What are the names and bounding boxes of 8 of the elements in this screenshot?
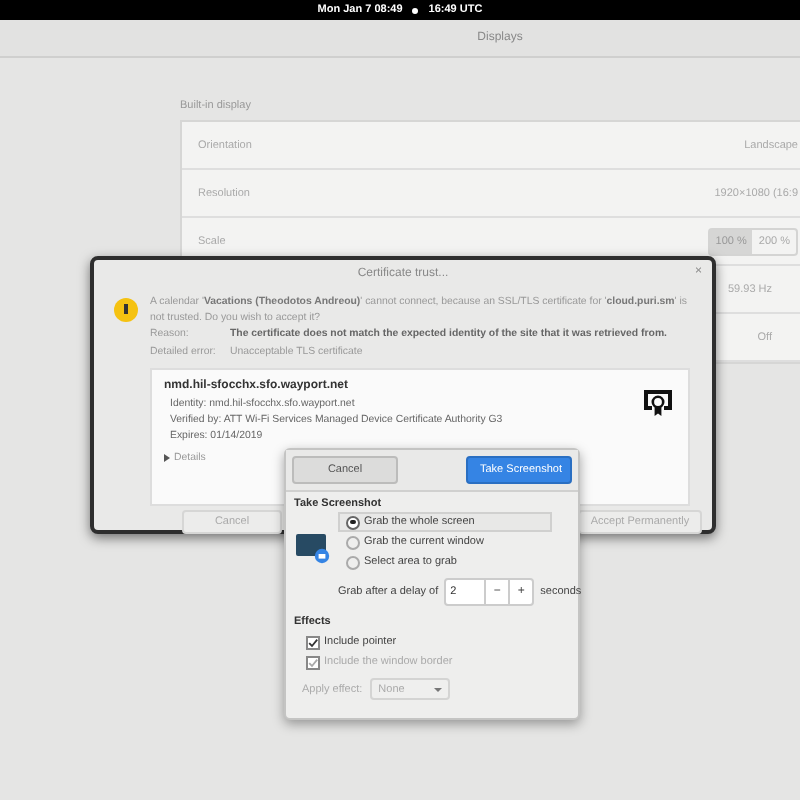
status-dot-icon	[412, 7, 419, 13]
radio-button[interactable]	[346, 555, 360, 569]
warning-icon	[114, 298, 138, 322]
checkbox[interactable]	[306, 635, 320, 649]
radio-button[interactable]	[346, 535, 360, 549]
screen-camera-icon	[296, 534, 330, 564]
certificate-icon	[642, 386, 674, 418]
radio-button[interactable]	[346, 515, 360, 529]
